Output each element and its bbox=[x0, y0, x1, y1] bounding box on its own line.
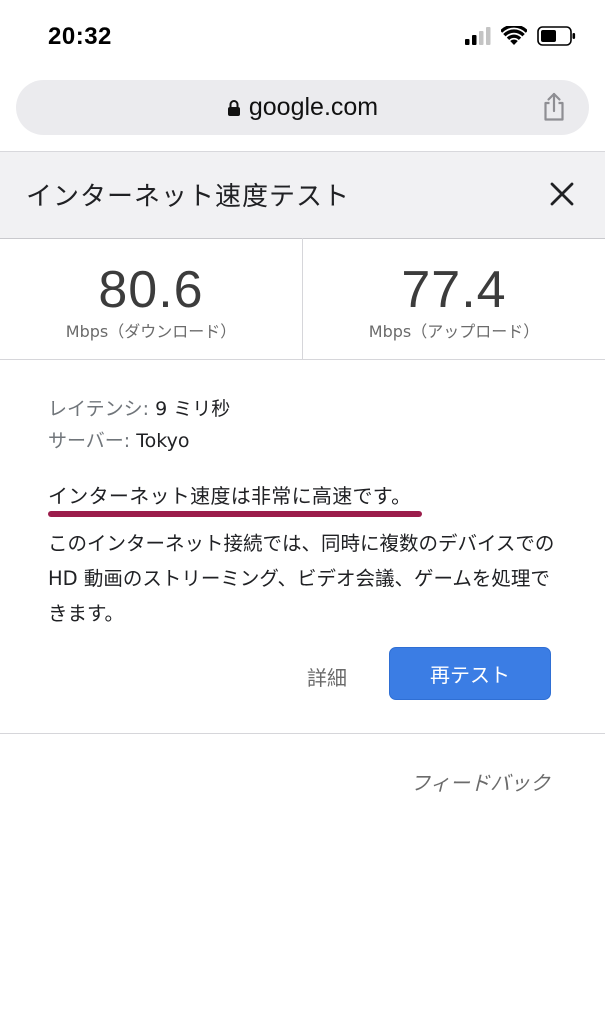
feedback-link[interactable]: フィードバック bbox=[410, 767, 550, 796]
result-details: レイテンシ: 9 ミリ秒 サーバー: Tokyo インターネット速度は非常に高速… bbox=[0, 360, 605, 734]
battery-icon bbox=[537, 26, 576, 46]
latency-key: レイテンシ: bbox=[48, 398, 150, 420]
url-text: google.com bbox=[248, 93, 379, 121]
status-time: 20:32 bbox=[48, 23, 112, 50]
card-title: インターネット速度テスト bbox=[26, 182, 351, 212]
upload-speed: 77.4 Mbps（アップロード） bbox=[303, 238, 605, 359]
details-link[interactable]: 詳細 bbox=[307, 662, 347, 691]
latency-value: 9 ミリ秒 bbox=[155, 398, 231, 420]
server-value: Tokyo bbox=[136, 430, 190, 452]
close-button[interactable] bbox=[545, 177, 579, 211]
download-speed: 80.6 Mbps（ダウンロード） bbox=[0, 238, 303, 359]
server-row: サーバー: Tokyo bbox=[48, 426, 189, 453]
retest-button[interactable]: 再テスト bbox=[389, 647, 551, 700]
lock-icon bbox=[227, 99, 240, 116]
speed-headline: インターネット速度は非常に高速です。 bbox=[48, 484, 412, 508]
cellular-signal-icon bbox=[465, 27, 491, 45]
status-bar: 20:32 bbox=[0, 0, 605, 72]
wifi-icon bbox=[501, 26, 527, 45]
speed-results: 80.6 Mbps（ダウンロード） 77.4 Mbps（アップロード） bbox=[0, 238, 605, 360]
server-key: サーバー: bbox=[48, 430, 131, 452]
card-header: インターネット速度テスト bbox=[0, 151, 605, 239]
download-value: 80.6 bbox=[98, 261, 204, 319]
status-icons bbox=[465, 26, 577, 46]
upload-label: Mbps（アップロード） bbox=[368, 322, 540, 341]
download-label: Mbps（ダウンロード） bbox=[65, 322, 237, 341]
upload-value: 77.4 bbox=[401, 261, 507, 319]
latency-row: レイテンシ: 9 ミリ秒 bbox=[48, 394, 230, 421]
share-icon[interactable] bbox=[541, 92, 567, 122]
speed-description: このインターネット接続では、同時に複数のデバイスでの HD 動画のストリーミング… bbox=[48, 532, 555, 625]
speed-rating-bar bbox=[48, 511, 422, 517]
url-bar[interactable]: google.com bbox=[16, 80, 589, 135]
url-display: google.com bbox=[16, 80, 589, 135]
close-icon bbox=[550, 182, 574, 206]
